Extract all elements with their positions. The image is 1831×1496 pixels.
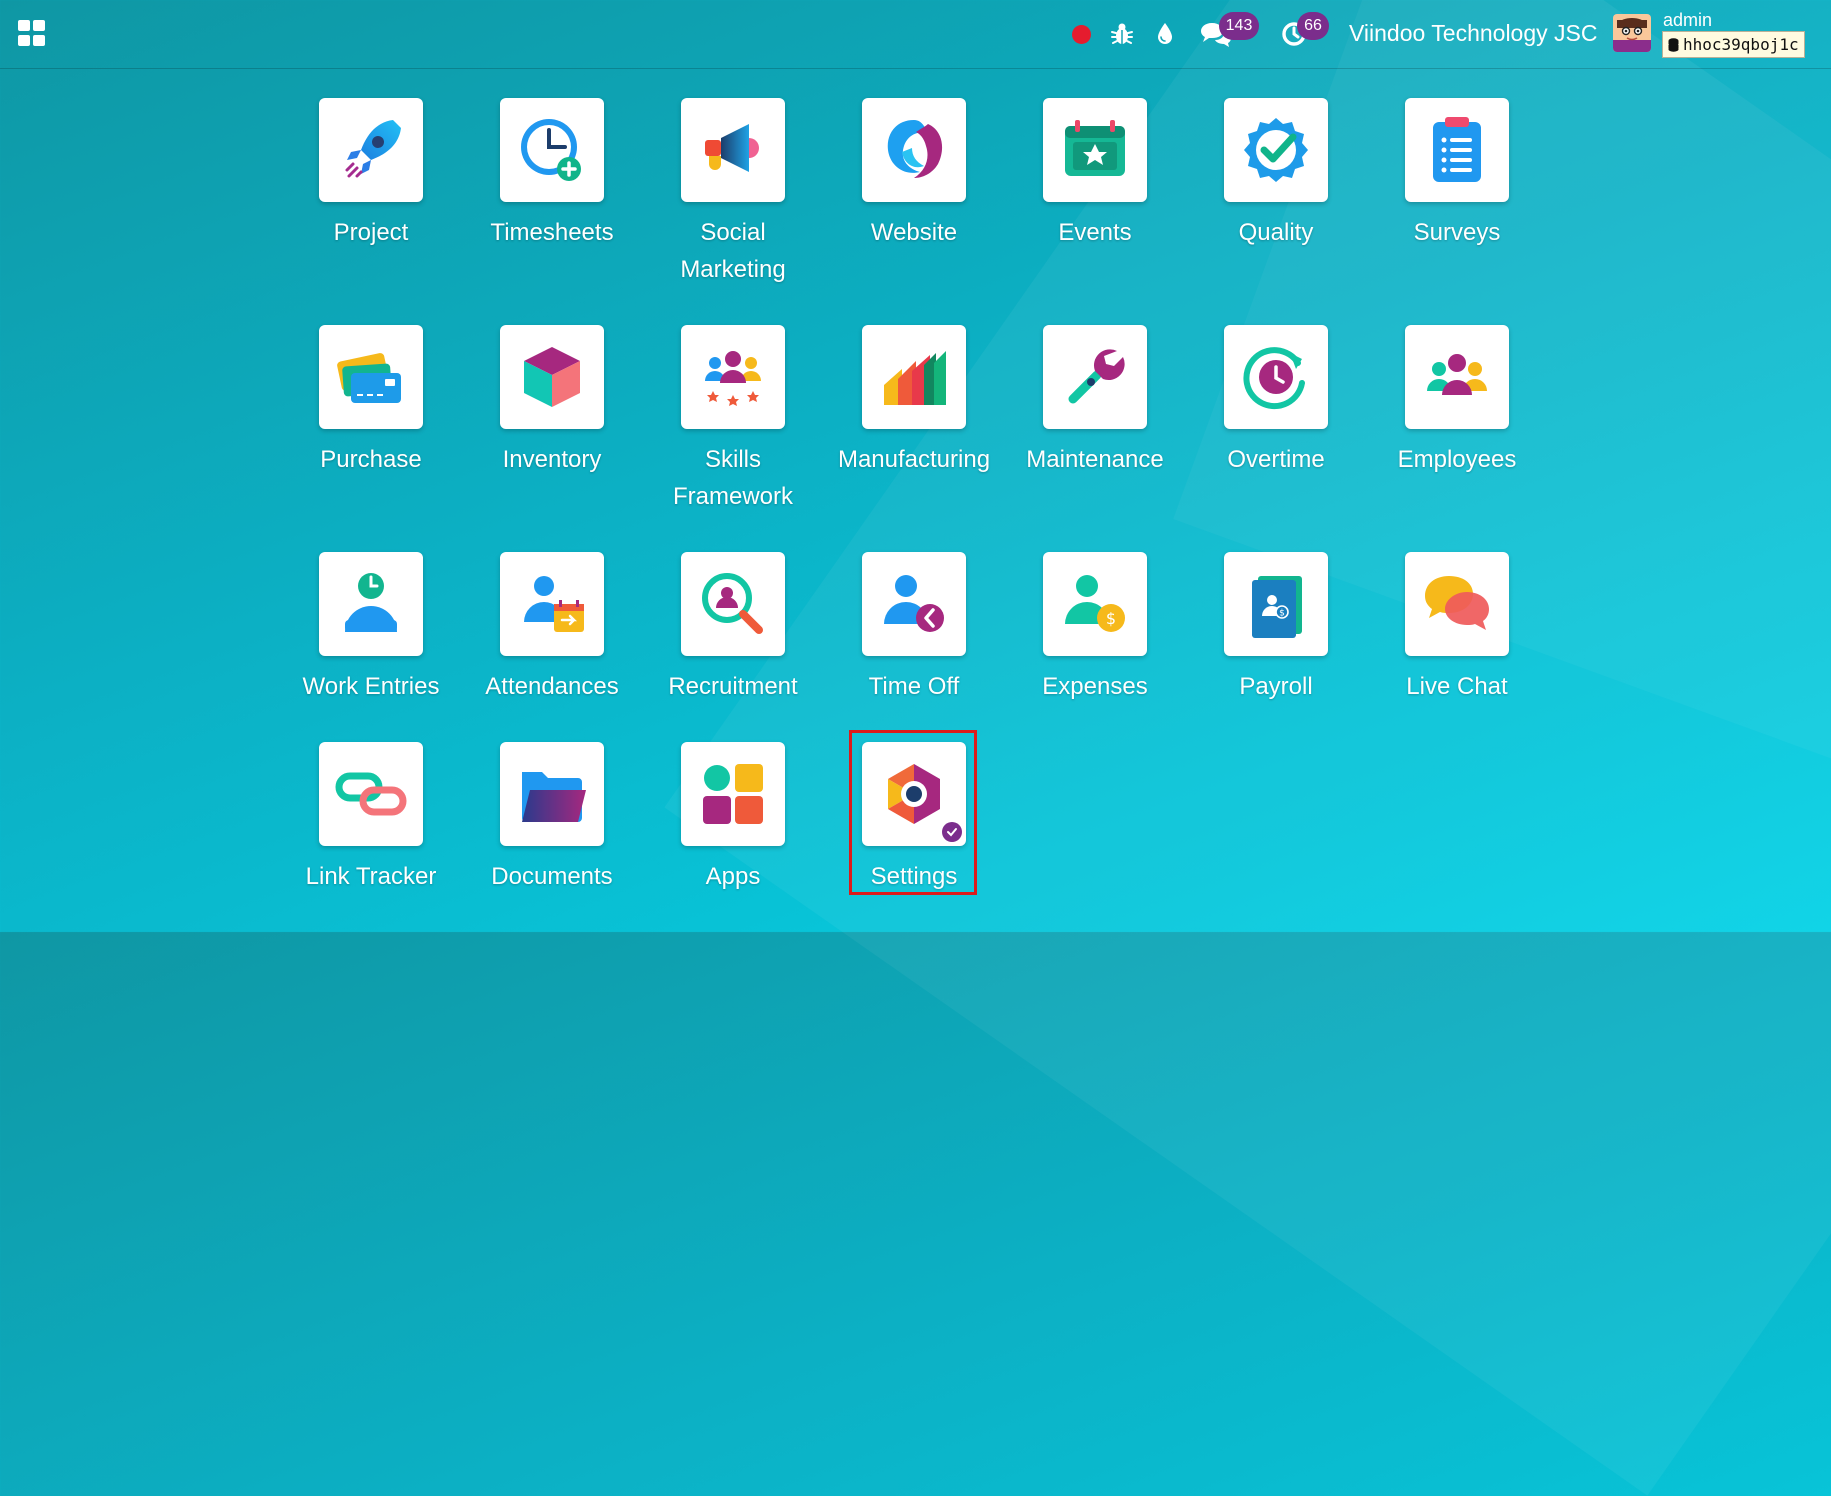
wrench-icon bbox=[1043, 325, 1147, 429]
megaphone-icon bbox=[681, 98, 785, 202]
app-label: Project bbox=[333, 219, 409, 246]
app-purchase[interactable]: Purchase bbox=[281, 325, 461, 478]
app-label: Inventory bbox=[502, 446, 602, 473]
app-website[interactable]: Website bbox=[824, 98, 1004, 251]
people-group-icon bbox=[1405, 325, 1509, 429]
person-back-icon bbox=[862, 552, 966, 656]
app-live-chat[interactable]: Live Chat bbox=[1367, 552, 1547, 705]
app-label: Quality bbox=[1238, 219, 1314, 246]
app-label: Social Marketing bbox=[680, 219, 786, 283]
app-label: Live Chat bbox=[1406, 673, 1508, 700]
app-documents[interactable]: Documents bbox=[462, 742, 642, 895]
payslip-icon: $ bbox=[1224, 552, 1328, 656]
database-badge: hhoc39qboj1c bbox=[1662, 31, 1805, 58]
app-label: Maintenance bbox=[1026, 446, 1164, 473]
chain-link-icon bbox=[319, 742, 423, 846]
rocket-icon bbox=[319, 98, 423, 202]
database-icon bbox=[1668, 37, 1679, 52]
app-label: Link Tracker bbox=[305, 863, 437, 890]
people-stars-icon bbox=[681, 325, 785, 429]
badge-check-icon bbox=[1224, 98, 1328, 202]
calendar-star-icon bbox=[1043, 98, 1147, 202]
app-label: Purchase bbox=[320, 446, 422, 473]
app-manufacturing[interactable]: Manufacturing bbox=[824, 325, 1004, 478]
app-link-tracker[interactable]: Link Tracker bbox=[281, 742, 461, 895]
app-surveys[interactable]: Surveys bbox=[1367, 98, 1547, 251]
theme-drop-icon[interactable] bbox=[1152, 16, 1178, 52]
app-label: Apps bbox=[705, 863, 761, 890]
app-label: Manufacturing bbox=[837, 446, 991, 473]
app-label: Skills Framework bbox=[672, 446, 793, 510]
database-name: hhoc39qboj1c bbox=[1683, 35, 1799, 54]
app-attendances[interactable]: Attendances bbox=[462, 552, 642, 705]
website-logo-icon bbox=[862, 98, 966, 202]
person-clock-icon bbox=[319, 552, 423, 656]
app-label: Payroll bbox=[1239, 673, 1313, 700]
factory-icon bbox=[862, 325, 966, 429]
clipboard-list-icon bbox=[1405, 98, 1509, 202]
app-employees[interactable]: Employees bbox=[1367, 325, 1547, 478]
app-label: Work Entries bbox=[302, 673, 440, 700]
app-label: Timesheets bbox=[490, 219, 614, 246]
company-switcher[interactable]: Viindoo Technology JSC bbox=[1349, 20, 1598, 47]
app-quality[interactable]: Quality bbox=[1186, 98, 1366, 251]
credit-cards-icon bbox=[319, 325, 423, 429]
app-label: Attendances bbox=[485, 673, 619, 700]
app-work-entries[interactable]: Work Entries bbox=[281, 552, 461, 705]
user-avatar[interactable] bbox=[1613, 14, 1651, 52]
app-timesheets[interactable]: Timesheets bbox=[462, 98, 642, 251]
app-project[interactable]: Project bbox=[281, 98, 461, 251]
svg-text:$: $ bbox=[1106, 609, 1116, 628]
app-menu-icon[interactable] bbox=[18, 20, 46, 46]
app-label: Surveys bbox=[1413, 219, 1501, 246]
person-magnifier-icon bbox=[681, 552, 785, 656]
app-social-marketing[interactable]: Social Marketing bbox=[643, 98, 823, 288]
top-navbar: 143 66 Viindoo Technology JSC admin hhoc… bbox=[0, 0, 1831, 69]
app-label: Time Off bbox=[868, 673, 960, 700]
app-expenses[interactable]: $ Expenses bbox=[1005, 552, 1185, 705]
app-label: Website bbox=[870, 219, 958, 246]
app-label: Employees bbox=[1397, 446, 1517, 473]
folder-icon bbox=[500, 742, 604, 846]
clock-cycle-icon bbox=[1224, 325, 1328, 429]
activities-count-badge: 66 bbox=[1297, 12, 1329, 40]
app-events[interactable]: Events bbox=[1005, 98, 1185, 251]
person-calendar-icon bbox=[500, 552, 604, 656]
app-label: Expenses bbox=[1042, 673, 1148, 700]
app-inventory[interactable]: Inventory bbox=[462, 325, 642, 478]
debug-bug-icon[interactable] bbox=[1108, 16, 1136, 52]
app-squares-icon bbox=[681, 742, 785, 846]
app-payroll[interactable]: $ Payroll bbox=[1186, 552, 1366, 705]
app-skills-framework[interactable]: Skills Framework bbox=[643, 325, 823, 515]
svg-text:$: $ bbox=[1279, 609, 1285, 619]
app-time-off[interactable]: Time Off bbox=[824, 552, 1004, 705]
app-recruitment[interactable]: Recruitment bbox=[643, 552, 823, 705]
app-label: Events bbox=[1058, 219, 1132, 246]
cube-icon bbox=[500, 325, 604, 429]
user-name[interactable]: admin bbox=[1663, 10, 1712, 31]
clock-plus-icon bbox=[500, 98, 604, 202]
messages-count-badge: 143 bbox=[1219, 12, 1259, 40]
app-label: Overtime bbox=[1227, 446, 1325, 473]
person-coin-icon: $ bbox=[1043, 552, 1147, 656]
app-overtime[interactable]: Overtime bbox=[1186, 325, 1366, 478]
selection-highlight bbox=[849, 730, 977, 895]
app-label: Documents bbox=[491, 863, 613, 890]
recording-indicator-icon[interactable] bbox=[1070, 16, 1092, 52]
app-label: Recruitment bbox=[668, 673, 798, 700]
app-apps[interactable]: Apps bbox=[643, 742, 823, 895]
speech-bubbles-icon bbox=[1405, 552, 1509, 656]
app-maintenance[interactable]: Maintenance bbox=[1005, 325, 1185, 478]
